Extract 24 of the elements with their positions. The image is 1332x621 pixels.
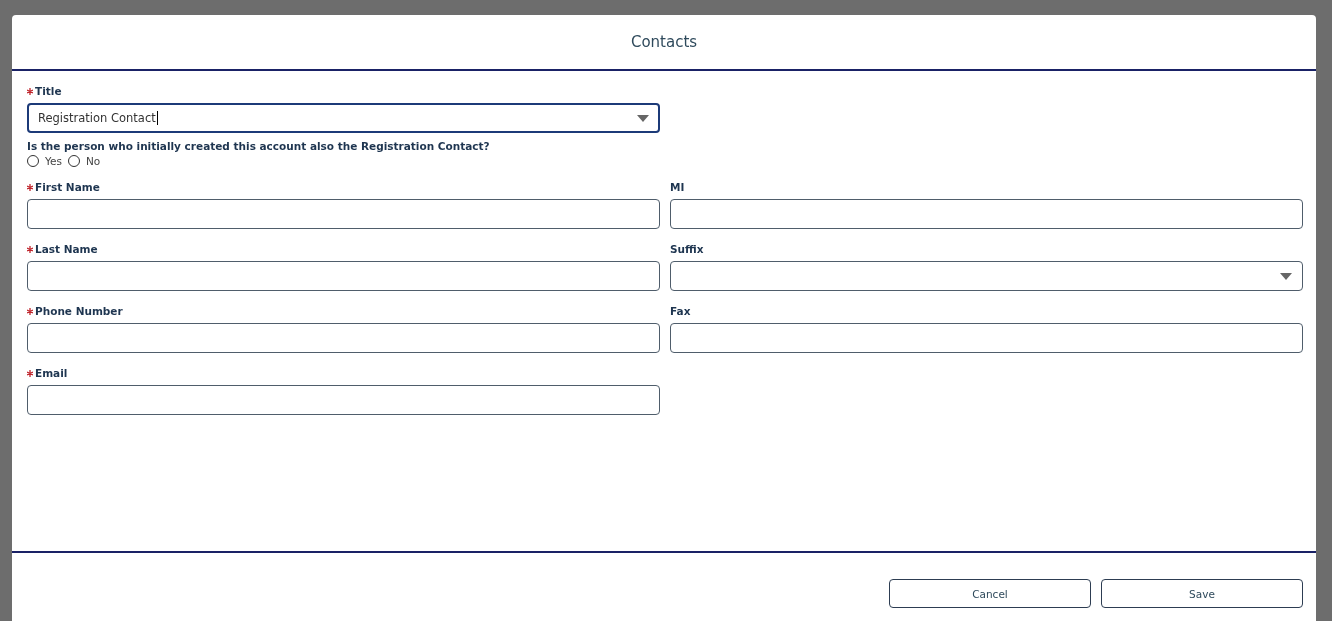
input-field[interactable]	[27, 385, 660, 415]
field-label: Email	[35, 367, 68, 379]
radio-label[interactable]: Yes	[45, 155, 62, 167]
dialog-button[interactable]: Cancel	[889, 579, 1091, 608]
caret-icon	[637, 114, 649, 122]
caret-icon	[1280, 272, 1292, 280]
question-text: Is the person who initially created this account also the Registration Contact?	[27, 140, 491, 152]
field-label: First Name	[35, 181, 100, 193]
dialog-button[interactable]: Save	[1101, 579, 1303, 608]
radio-label[interactable]: No	[85, 155, 101, 167]
field-label: Last Name	[35, 243, 98, 255]
input-field[interactable]	[670, 199, 1303, 229]
dialog-title: Contacts	[630, 33, 698, 51]
dropdown-field[interactable]: Registration Contact	[27, 103, 660, 133]
input-field[interactable]	[670, 323, 1303, 353]
field-label: Title	[35, 85, 62, 97]
field-label: MI	[670, 181, 685, 193]
field-label: Suffix	[670, 243, 704, 255]
field-label: Fax	[670, 305, 691, 317]
input-field[interactable]	[27, 199, 660, 229]
input-field[interactable]	[27, 261, 660, 291]
dropdown-field[interactable]	[670, 261, 1303, 291]
field-label: Phone Number	[35, 305, 123, 317]
input-field[interactable]	[27, 323, 660, 353]
